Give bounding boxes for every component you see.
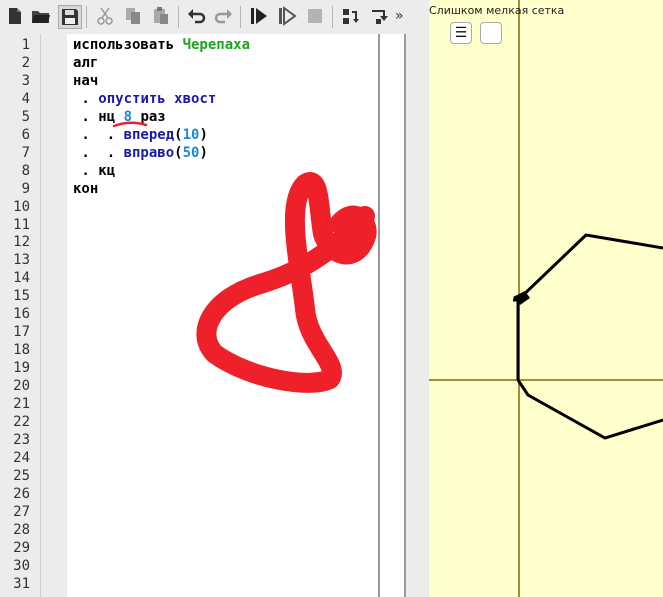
redo-icon[interactable] bbox=[212, 5, 234, 27]
toolbar-separator bbox=[240, 6, 241, 28]
turtle-path bbox=[516, 379, 663, 440]
toolbar: » bbox=[0, 0, 416, 34]
turtle-drawing bbox=[429, 0, 663, 597]
canvas-option-button[interactable] bbox=[480, 22, 502, 44]
code-editor[interactable]: 1 2 3 4 5 6 7 8 9 10 11 12 13 14 15 16 17 18 19 20 21 22 23 24 2… bbox=[0, 34, 416, 597]
red-digit-8-scribble bbox=[196, 172, 377, 393]
open-folder-icon[interactable] bbox=[30, 5, 52, 27]
turtle-canvas[interactable] bbox=[429, 0, 663, 597]
toolbar-separator bbox=[86, 6, 87, 28]
run-icon[interactable] bbox=[248, 5, 270, 27]
menu-icon: ☰ bbox=[454, 25, 468, 41]
cut-icon[interactable] bbox=[94, 5, 116, 27]
canvas-menu-button[interactable]: ☰ bbox=[450, 22, 472, 44]
copy-icon[interactable] bbox=[122, 5, 144, 27]
step-into-icon[interactable] bbox=[340, 5, 362, 27]
toolbar-overflow-button[interactable]: » bbox=[395, 8, 404, 24]
paste-icon[interactable] bbox=[150, 5, 172, 27]
step-run-icon[interactable] bbox=[276, 5, 298, 27]
red-underline bbox=[112, 121, 148, 128]
stop-icon[interactable] bbox=[304, 5, 326, 27]
step-over-icon[interactable] bbox=[368, 5, 390, 27]
turtle-path bbox=[516, 233, 663, 380]
toolbar-separator bbox=[332, 6, 333, 28]
hand-drawn-annotation bbox=[112, 121, 377, 393]
new-file-icon[interactable] bbox=[4, 5, 26, 27]
panel-splitter[interactable] bbox=[416, 0, 429, 597]
toolbar-separator bbox=[178, 6, 179, 28]
undo-icon[interactable] bbox=[186, 5, 208, 27]
save-icon[interactable] bbox=[58, 5, 82, 29]
grid-warning: Слишком мелкая сетка bbox=[429, 4, 565, 17]
turtle-icon bbox=[513, 291, 530, 305]
